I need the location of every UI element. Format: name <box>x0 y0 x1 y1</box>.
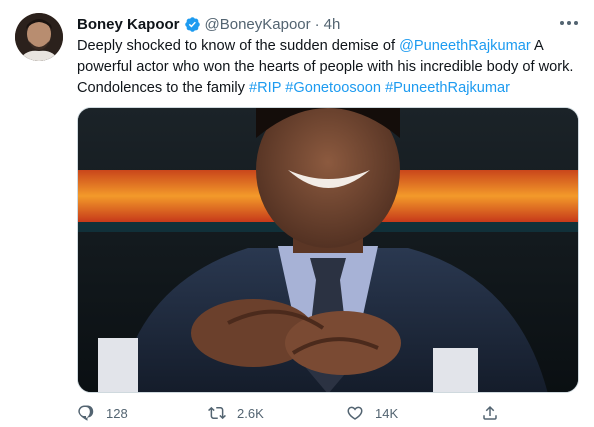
author-handle[interactable]: @BoneyKapoor <box>205 16 311 33</box>
author-name[interactable]: Boney Kapoor <box>77 16 180 33</box>
tweet-actions: 128 2.6K 14K <box>77 402 557 424</box>
like-count: 14K <box>375 405 399 421</box>
hashtag-link[interactable]: #RIP <box>249 80 281 96</box>
reply-count: 128 <box>106 405 128 421</box>
share-icon <box>483 405 497 420</box>
tweet-text-part: Deeply shocked to know of the sudden dem… <box>77 38 400 54</box>
avatar[interactable] <box>15 13 63 61</box>
retweet-count: 2.6K <box>237 405 264 421</box>
retweet-icon <box>208 406 226 420</box>
tweet-photo[interactable] <box>77 107 579 393</box>
reply-button[interactable]: 128 <box>77 402 128 424</box>
share-button[interactable] <box>481 402 499 424</box>
mention-link[interactable]: @PuneethRajkumar <box>399 38 531 54</box>
tweet-header: Boney Kapoor @BoneyKapoor · 4h <box>77 14 340 34</box>
retweet-button[interactable]: 2.6K <box>208 402 264 424</box>
separator-dot: · <box>314 15 320 33</box>
like-button[interactable]: 14K <box>346 402 398 424</box>
reply-icon <box>78 405 94 421</box>
like-icon <box>347 406 363 420</box>
more-options-icon[interactable] <box>558 13 580 33</box>
hashtag-link[interactable]: #PuneethRajkumar <box>385 80 510 96</box>
hashtag-link[interactable]: #Gonetoosoon <box>285 80 381 96</box>
timestamp[interactable]: 4h <box>324 16 341 33</box>
tweet-card: Boney Kapoor @BoneyKapoor · 4h Deeply sh… <box>0 0 594 427</box>
verified-badge-icon <box>184 16 200 32</box>
photo-image <box>78 108 578 392</box>
tweet-text: Deeply shocked to know of the sudden dem… <box>77 36 582 99</box>
